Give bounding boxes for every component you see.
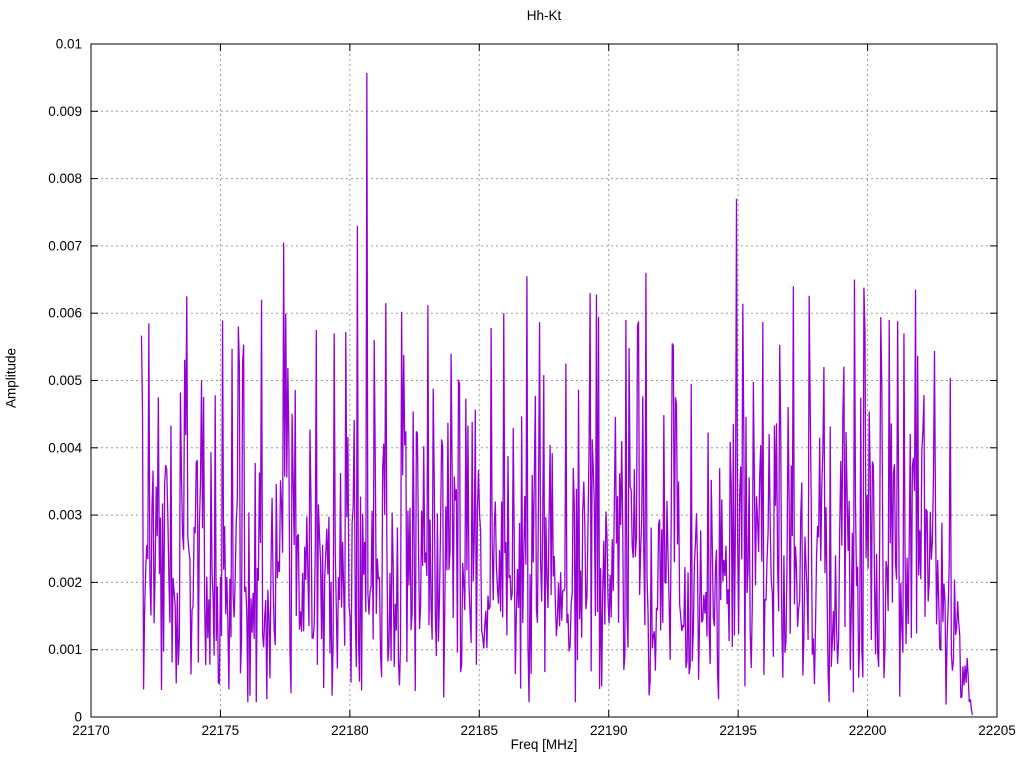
x-tick-label: 22175: [202, 723, 240, 738]
chart-title: Hh-Kt: [526, 8, 562, 23]
y-tick-label: 0.009: [48, 104, 82, 119]
y-tick-label: 0.001: [48, 642, 82, 657]
spectrum-figure: Hh-Kt Amplitude Freq [MHz] 22170 22175 221…: [0, 0, 1024, 768]
x-tick-label: 22205: [978, 723, 1016, 738]
plot-area: 22170 22175 22180 22185 22190 22195 22200 22205…: [48, 37, 1016, 739]
y-tick-label: 0.007: [48, 238, 82, 253]
y-tick-label: 0.008: [48, 171, 82, 186]
data-series-line: [140, 72, 974, 716]
y-tick-label: 0.004: [48, 440, 82, 455]
y-tick-label: 0.003: [48, 508, 82, 523]
y-tick-label: 0.01: [56, 37, 82, 52]
y-tick-label: 0.005: [48, 373, 82, 388]
x-axis-title: Freq [MHz]: [510, 737, 578, 752]
x-tick-label: 22185: [461, 723, 499, 738]
y-tick-label: 0.002: [48, 575, 82, 590]
y-tick-label: 0: [74, 710, 82, 725]
x-tick-label: 22170: [72, 723, 110, 738]
y-tick-label: 0.006: [48, 306, 82, 321]
x-tick-label: 22190: [590, 723, 628, 738]
y-axis-title: Amplitude: [3, 347, 19, 409]
x-tick-label: 22195: [719, 723, 757, 738]
x-tick-label: 22180: [331, 723, 369, 738]
x-tick-label: 22200: [849, 723, 887, 738]
